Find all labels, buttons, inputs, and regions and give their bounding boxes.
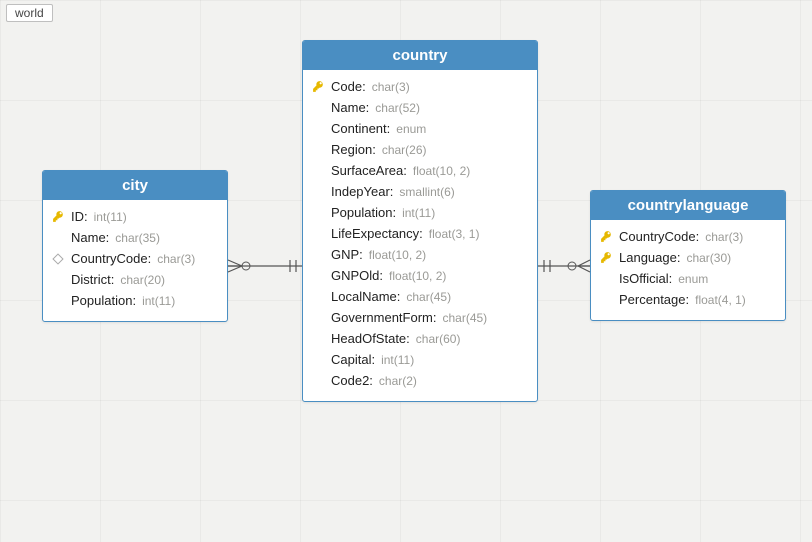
column-name: GNP: <box>331 247 363 262</box>
column-row[interactable]: Continent: enum <box>311 118 527 139</box>
column-name: Population: <box>71 293 136 308</box>
column-type: char(52) <box>375 101 420 115</box>
column-row[interactable]: SurfaceArea: float(10, 2) <box>311 160 527 181</box>
entity-country-body: Code: char(3)Name: char(52) Continent: enum R… <box>303 70 537 401</box>
column-type: char(3) <box>705 230 743 244</box>
column-row[interactable]: LifeExpectancy: float(3, 1) <box>311 223 527 244</box>
column-name: Language: <box>619 250 680 265</box>
column-row[interactable]: District: char(20) <box>51 269 217 290</box>
column-name: Population: <box>331 205 396 220</box>
entity-city-body: ID: int(11) Name: char(35) CountryCode: char(… <box>43 200 227 321</box>
column-row[interactable]: GovernmentForm: char(45) <box>311 307 527 328</box>
entity-city-header: city <box>43 171 227 200</box>
column-row[interactable]: CountryCode: char(3) <box>51 248 217 269</box>
entity-countrylanguage[interactable]: countrylanguage CountryCode: char(3) Langu… <box>590 190 786 321</box>
column-name: Name: <box>71 230 109 245</box>
column-name: District: <box>71 272 114 287</box>
column-row[interactable]: IndepYear: smallint(6) <box>311 181 527 202</box>
column-row[interactable]: Region: char(26) <box>311 139 527 160</box>
column-name: GNPOld: <box>331 268 383 283</box>
column-row[interactable]: Name: char(35) <box>51 227 217 248</box>
column-name: Name: <box>331 100 369 115</box>
column-name: Code2: <box>331 373 373 388</box>
column-row[interactable]: GNP: float(10, 2) <box>311 244 527 265</box>
column-type: char(45) <box>406 290 451 304</box>
column-type: int(11) <box>94 210 127 224</box>
column-name: CountryCode: <box>619 229 699 244</box>
column-row[interactable]: Code2: char(2) <box>311 370 527 391</box>
column-row[interactable]: Code: char(3) <box>311 76 527 97</box>
column-row[interactable]: Name: char(52) <box>311 97 527 118</box>
column-type: float(4, 1) <box>695 293 746 307</box>
schema-tab[interactable]: world <box>6 4 53 22</box>
column-name: Region: <box>331 142 376 157</box>
column-type: char(60) <box>416 332 461 346</box>
entity-country[interactable]: country Code: char(3)Name: char(52) Contine… <box>302 40 538 402</box>
entity-country-header: country <box>303 41 537 70</box>
column-type: char(26) <box>382 143 427 157</box>
schema-label: world <box>15 6 44 20</box>
column-name: LifeExpectancy: <box>331 226 423 241</box>
column-type: char(3) <box>372 80 410 94</box>
entity-city[interactable]: city ID: int(11) Name: char(35) CountryCode:… <box>42 170 228 322</box>
column-name: IndepYear: <box>331 184 393 199</box>
column-row[interactable]: LocalName: char(45) <box>311 286 527 307</box>
column-type: char(35) <box>115 231 160 245</box>
column-type: char(30) <box>686 251 731 265</box>
column-name: Percentage: <box>619 292 689 307</box>
column-type: float(10, 2) <box>389 269 446 283</box>
column-type: smallint(6) <box>399 185 454 199</box>
column-row[interactable]: Population: int(11) <box>311 202 527 223</box>
column-name: Capital: <box>331 352 375 367</box>
column-type: char(3) <box>157 252 195 266</box>
column-type: char(20) <box>120 273 165 287</box>
column-name: ID: <box>71 209 88 224</box>
column-type: int(11) <box>402 206 435 220</box>
column-name: GovernmentForm: <box>331 310 436 325</box>
column-name: Continent: <box>331 121 390 136</box>
column-row[interactable]: Language: char(30) <box>599 247 775 268</box>
column-type: float(3, 1) <box>429 227 480 241</box>
column-row[interactable]: GNPOld: float(10, 2) <box>311 265 527 286</box>
column-name: LocalName: <box>331 289 400 304</box>
column-name: HeadOfState: <box>331 331 410 346</box>
column-name: CountryCode: <box>71 251 151 266</box>
key-icon <box>51 210 65 223</box>
column-row[interactable]: IsOfficial: enum <box>599 268 775 289</box>
column-type: char(45) <box>442 311 487 325</box>
column-name: IsOfficial: <box>619 271 672 286</box>
column-name: SurfaceArea: <box>331 163 407 178</box>
column-row[interactable]: Population: int(11) <box>51 290 217 311</box>
column-type: int(11) <box>381 353 414 367</box>
column-type: char(2) <box>379 374 417 388</box>
column-row[interactable]: CountryCode: char(3) <box>599 226 775 247</box>
key-icon <box>311 80 325 93</box>
key-icon <box>599 251 613 264</box>
column-row[interactable]: Percentage: float(4, 1) <box>599 289 775 310</box>
entity-countrylanguage-header: countrylanguage <box>591 191 785 220</box>
entity-countrylanguage-body: CountryCode: char(3) Language: char(30) IsOf… <box>591 220 785 320</box>
fk-icon <box>51 255 65 263</box>
column-row[interactable]: Capital: int(11) <box>311 349 527 370</box>
key-icon <box>599 230 613 243</box>
column-row[interactable]: HeadOfState: char(60) <box>311 328 527 349</box>
column-type: float(10, 2) <box>369 248 426 262</box>
column-type: float(10, 2) <box>413 164 470 178</box>
column-name: Code: <box>331 79 366 94</box>
column-row[interactable]: ID: int(11) <box>51 206 217 227</box>
column-type: int(11) <box>142 294 175 308</box>
column-type: enum <box>678 272 708 286</box>
column-type: enum <box>396 122 426 136</box>
